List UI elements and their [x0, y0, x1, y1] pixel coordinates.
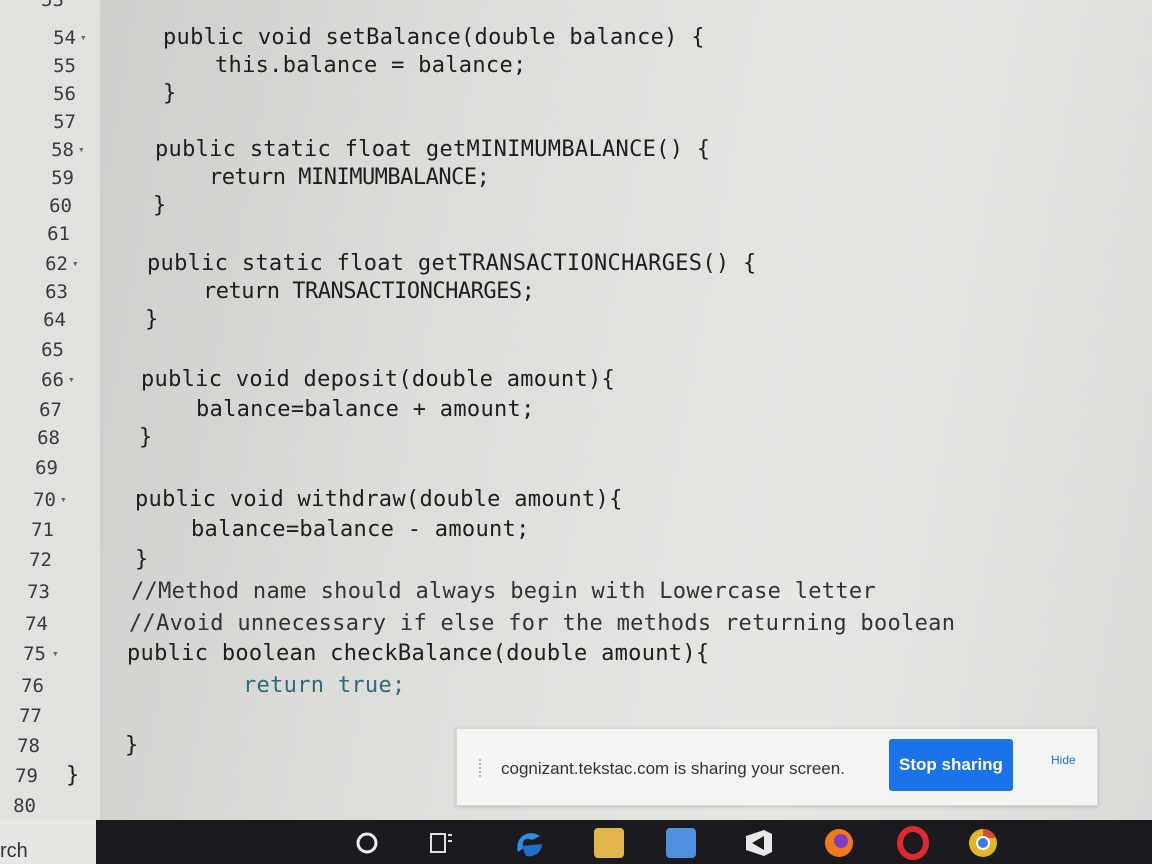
code-text[interactable]: public void deposit(double amount){ [141, 366, 615, 394]
fold-arrow-icon[interactable]: ▾ [78, 136, 85, 164]
line-number: 75 [23, 643, 46, 665]
code-line[interactable]: 54 ▾ public void setBalance(double balan… [0, 24, 1152, 52]
code-text[interactable]: public static float getMINIMUMBALANCE() … [155, 136, 710, 164]
line-number: 62 [45, 253, 68, 275]
code-text[interactable]: public boolean checkBalance(double amoun… [127, 640, 709, 668]
line-number: 56 [53, 83, 76, 105]
code-text[interactable]: } [145, 306, 159, 334]
line-number: 68 [37, 427, 60, 449]
sharing-message: cognizant.tekstac.com is sharing your sc… [501, 759, 845, 778]
code-text[interactable]: } [125, 732, 139, 760]
line-number: 67 [39, 399, 62, 421]
code-text[interactable]: } [66, 762, 80, 790]
code-line[interactable]: 61 [0, 220, 1152, 248]
line-number: 66 [41, 369, 64, 391]
line-number: 72 [29, 549, 52, 571]
line-number: 54 [53, 27, 76, 49]
fold-arrow-icon[interactable]: ▾ [60, 486, 67, 514]
code-text[interactable]: balance=balance + amount; [196, 396, 535, 424]
drag-handle-icon[interactable] [479, 759, 489, 777]
line-number: 79 [15, 765, 38, 787]
stop-sharing-button[interactable]: Stop sharing [889, 739, 1013, 791]
code-text[interactable]: balance=balance - amount; [191, 516, 530, 544]
code-line[interactable]: 73 //Method name should always begin wit… [0, 578, 1152, 606]
code-line[interactable]: 55 this.balance = balance; [0, 52, 1152, 80]
code-comment[interactable]: //Avoid unnecessary if else for the meth… [129, 610, 955, 638]
code-line[interactable]: 62 ▾ public static float getTRANSACTIONC… [0, 250, 1152, 278]
code-text[interactable]: } [135, 546, 149, 574]
taskbar-search-box[interactable]: rch [0, 820, 96, 864]
fold-arrow-icon[interactable]: ▾ [80, 24, 87, 52]
line-number: 64 [43, 309, 66, 331]
vscode-icon[interactable] [742, 828, 776, 858]
code-line[interactable]: 70 ▾ public void withdraw(double amount)… [0, 486, 1152, 514]
line-number: 65 [41, 339, 64, 361]
code-line[interactable]: 76 return true; [0, 672, 1152, 700]
line-number: 73 [27, 581, 50, 603]
fold-arrow-icon[interactable]: ▾ [72, 250, 79, 278]
hide-link[interactable]: Hide [1051, 753, 1076, 767]
code-line[interactable]: 71 balance=balance - amount; [0, 516, 1152, 544]
fold-arrow-icon[interactable]: ▾ [52, 640, 59, 668]
line-number: 60 [49, 195, 72, 217]
store-icon[interactable] [666, 828, 696, 858]
task-view-icon[interactable] [428, 830, 458, 858]
line-number: 61 [47, 223, 70, 245]
code-editor[interactable]: 53 54 ▾ public void setBalance(double ba… [0, 0, 1152, 820]
line-number: 76 [21, 675, 44, 697]
code-text[interactable]: return MINIMUMBALANCE; [209, 164, 490, 192]
line-number: 59 [51, 167, 74, 189]
line-number: 63 [45, 281, 68, 303]
line-number: 69 [35, 457, 58, 479]
code-text[interactable]: this.balance = balance; [215, 52, 527, 80]
search-box-text: rch [0, 840, 28, 862]
code-line[interactable]: 64 } [0, 306, 1152, 334]
line-number: 53 [41, 0, 64, 11]
fold-arrow-icon[interactable]: ▾ [68, 366, 75, 394]
line-number: 58 [51, 139, 74, 161]
code-text[interactable]: } [139, 424, 153, 452]
code-text[interactable]: } [153, 192, 167, 220]
code-line[interactable]: 63 return TRANSACTIONCHARGES; [0, 278, 1152, 306]
code-line[interactable]: 74 //Avoid unnecessary if else for the m… [0, 610, 1152, 638]
line-number: 55 [53, 55, 76, 77]
code-text[interactable]: public static float getTRANSACTIONCHARGE… [147, 250, 757, 278]
code-line[interactable]: 72 } [0, 546, 1152, 574]
line-number: 77 [19, 705, 42, 727]
code-line[interactable]: 66 ▾ public void deposit(double amount){ [0, 366, 1152, 394]
code-line[interactable]: 75 ▾ public boolean checkBalance(double … [0, 640, 1152, 668]
line-number: 80 [13, 795, 36, 817]
line-number: 70 [33, 489, 56, 511]
code-line[interactable]: 68 } [0, 424, 1152, 452]
code-text[interactable]: public void withdraw(double amount){ [135, 486, 623, 514]
file-explorer-icon[interactable] [594, 828, 624, 858]
code-line[interactable]: 60 } [0, 192, 1152, 220]
code-line[interactable]: 69 [0, 454, 1152, 482]
code-text[interactable]: return true; [243, 672, 406, 700]
line-number: 78 [17, 735, 40, 757]
code-line[interactable]: 56 } [0, 80, 1152, 108]
opera-icon[interactable] [896, 826, 930, 860]
code-line[interactable]: 65 [0, 336, 1152, 364]
code-comment[interactable]: //Method name should always begin with L… [131, 578, 876, 606]
code-line[interactable]: 77 [0, 702, 1152, 730]
firefox-icon[interactable] [822, 826, 856, 860]
search-circle-icon[interactable] [354, 830, 380, 856]
line-number: 74 [25, 613, 48, 635]
edge-icon[interactable] [512, 826, 548, 860]
line-number: 57 [53, 111, 76, 133]
chrome-icon[interactable] [966, 826, 1000, 860]
code-line[interactable]: 53 [0, 0, 1152, 14]
code-text[interactable]: return TRANSACTIONCHARGES; [203, 278, 535, 306]
code-line[interactable]: 67 balance=balance + amount; [0, 396, 1152, 424]
code-text[interactable]: public void setBalance(double balance) { [163, 24, 705, 52]
line-number: 71 [31, 519, 54, 541]
code-line[interactable]: 59 return MINIMUMBALANCE; [0, 164, 1152, 192]
code-line[interactable]: 57 [0, 108, 1152, 136]
screen-sharing-bar: cognizant.tekstac.com is sharing your sc… [456, 728, 1098, 806]
code-text[interactable]: } [163, 80, 177, 108]
code-line[interactable]: 58 ▾ public static float getMINIMUMBALAN… [0, 136, 1152, 164]
